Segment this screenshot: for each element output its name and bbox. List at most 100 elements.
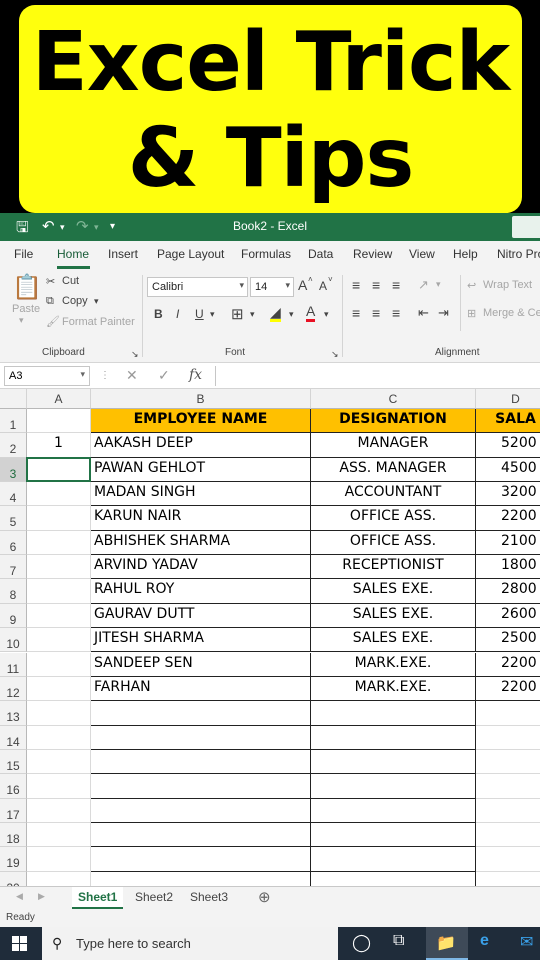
align-center-icon[interactable]: ≡: [372, 305, 380, 321]
task-view-icon[interactable]: ⧉: [393, 932, 404, 950]
cell-b20[interactable]: [91, 871, 311, 886]
fill-color-dropdown-icon[interactable]: ▾: [289, 309, 294, 320]
cell-b19[interactable]: [91, 847, 311, 872]
cell-c8[interactable]: SALES EXE.: [311, 579, 476, 604]
orientation-dropdown-icon[interactable]: ▾: [436, 279, 441, 290]
cell-d6[interactable]: 2100: [476, 531, 540, 556]
cell-c4[interactable]: ACCOUNTANT: [311, 482, 476, 507]
cell-c13[interactable]: [311, 701, 476, 726]
cell-a12[interactable]: [27, 676, 91, 702]
cell-d13[interactable]: [476, 701, 540, 726]
cell-a20[interactable]: [27, 871, 91, 886]
cell-b5[interactable]: KARUN NAIR: [91, 506, 311, 531]
align-top-icon[interactable]: ≡: [352, 277, 360, 293]
increase-indent-icon[interactable]: ⇥: [438, 305, 449, 321]
cell-c12[interactable]: MARK.EXE.: [311, 676, 476, 702]
cell-a16[interactable]: [27, 774, 91, 799]
font-color-dropdown-icon[interactable]: ▾: [324, 309, 329, 320]
add-sheet-icon[interactable]: ⊕: [258, 888, 271, 906]
row-header-11[interactable]: 11: [0, 652, 27, 677]
row-header-10[interactable]: 10: [0, 628, 27, 653]
sheet-tab-sheet2[interactable]: Sheet2: [129, 887, 179, 909]
row-header-9[interactable]: 9: [0, 603, 27, 629]
cell-c9[interactable]: SALES EXE.: [311, 603, 476, 629]
select-all-corner[interactable]: [0, 389, 27, 409]
row-header-13[interactable]: 13: [0, 701, 27, 726]
row-header-15[interactable]: 15: [0, 749, 27, 775]
font-size-combo[interactable]: 14 ▾: [250, 277, 294, 297]
file-explorer-button[interactable]: 📁: [426, 927, 468, 960]
tab-home[interactable]: Home: [57, 247, 89, 261]
cortana-icon[interactable]: ◯: [352, 933, 371, 953]
format-painter-button[interactable]: Format Painter: [62, 316, 135, 328]
cell-d17[interactable]: [476, 799, 540, 823]
tab-formulas[interactable]: Formulas: [241, 247, 291, 261]
paste-button[interactable]: Paste: [12, 303, 40, 315]
font-name-combo[interactable]: Calibri ▾: [147, 277, 248, 297]
cell-b8[interactable]: RAHUL ROY: [91, 579, 311, 604]
cell-b17[interactable]: [91, 798, 311, 823]
enter-icon[interactable]: ✓: [158, 367, 170, 384]
cell-c11[interactable]: MARK.EXE.: [311, 652, 476, 677]
cell-c19[interactable]: [311, 847, 476, 872]
cell-a2[interactable]: 1: [27, 433, 91, 458]
cell-b3[interactable]: PAWAN GEHLOT: [91, 457, 311, 483]
edge-browser-icon[interactable]: e: [480, 932, 489, 950]
cell-b6[interactable]: ABHISHEK SHARMA: [91, 530, 311, 556]
cell-d1[interactable]: SALA: [476, 409, 540, 434]
cell-c17[interactable]: [311, 798, 476, 823]
shrink-font-button[interactable]: A: [319, 279, 327, 293]
search-box[interactable]: [512, 216, 540, 238]
wrap-text-button[interactable]: Wrap Text: [483, 279, 532, 291]
cell-a14[interactable]: [27, 725, 91, 750]
cell-d4[interactable]: 3200: [476, 482, 540, 507]
row-header-4[interactable]: 4: [0, 482, 27, 507]
cell-c7[interactable]: RECEPTIONIST: [311, 555, 476, 580]
paste-dropdown-icon[interactable]: ▾: [19, 315, 24, 326]
tab-review[interactable]: Review: [353, 247, 392, 261]
cell-c6[interactable]: OFFICE ASS.: [311, 530, 476, 556]
cell-c2[interactable]: MANAGER: [311, 433, 476, 458]
cell-b15[interactable]: [91, 749, 311, 775]
cell-b16[interactable]: [91, 774, 311, 799]
fill-color-icon[interactable]: ◢: [270, 305, 281, 322]
cell-a10[interactable]: [27, 628, 91, 653]
cell-d8[interactable]: 2800: [476, 579, 540, 604]
row-header-12[interactable]: 12: [0, 676, 27, 702]
cell-d10[interactable]: 2500: [476, 628, 540, 653]
cell-b13[interactable]: [91, 701, 311, 726]
tab-file[interactable]: File: [14, 247, 33, 261]
row-header-7[interactable]: 7: [0, 555, 27, 580]
align-right-icon[interactable]: ≡: [392, 305, 400, 321]
orientation-icon[interactable]: ↗: [418, 277, 429, 293]
cell-b4[interactable]: MADAN SINGH: [91, 482, 311, 507]
borders-dropdown-icon[interactable]: ▾: [250, 309, 255, 320]
cancel-icon[interactable]: ✕: [126, 367, 138, 384]
align-middle-icon[interactable]: ≡: [372, 277, 380, 293]
cell-d15[interactable]: [476, 750, 540, 775]
row-header-2[interactable]: 2: [0, 433, 27, 458]
cell-d18[interactable]: [476, 823, 540, 848]
tab-insert[interactable]: Insert: [108, 247, 138, 261]
row-header-19[interactable]: 19: [0, 847, 27, 872]
paste-icon[interactable]: 📋: [12, 273, 42, 302]
column-header-d[interactable]: D: [476, 389, 540, 409]
cell-c3[interactable]: ASS. MANAGER: [311, 457, 476, 483]
cell-a19[interactable]: [27, 847, 91, 872]
taskbar-search-box[interactable]: ⚲ Type here to search: [42, 927, 338, 960]
cell-d14[interactable]: [476, 726, 540, 750]
cell-d19[interactable]: [476, 847, 540, 872]
cell-a9[interactable]: [27, 603, 91, 629]
row-header-18[interactable]: 18: [0, 822, 27, 848]
cell-b12[interactable]: FARHAN: [91, 676, 311, 702]
cell-d16[interactable]: [476, 774, 540, 799]
align-bottom-icon[interactable]: ≡: [392, 277, 400, 293]
cell-c1[interactable]: DESIGNATION: [311, 409, 476, 434]
font-color-button[interactable]: A: [306, 304, 316, 322]
clipboard-launcher-icon[interactable]: ↘: [131, 349, 139, 360]
name-box[interactable]: A3 ▾: [4, 366, 90, 386]
cell-a1[interactable]: [27, 409, 91, 434]
row-header-16[interactable]: 16: [0, 774, 27, 799]
cell-d3[interactable]: 4500: [476, 458, 540, 483]
cell-a11[interactable]: [27, 652, 91, 677]
